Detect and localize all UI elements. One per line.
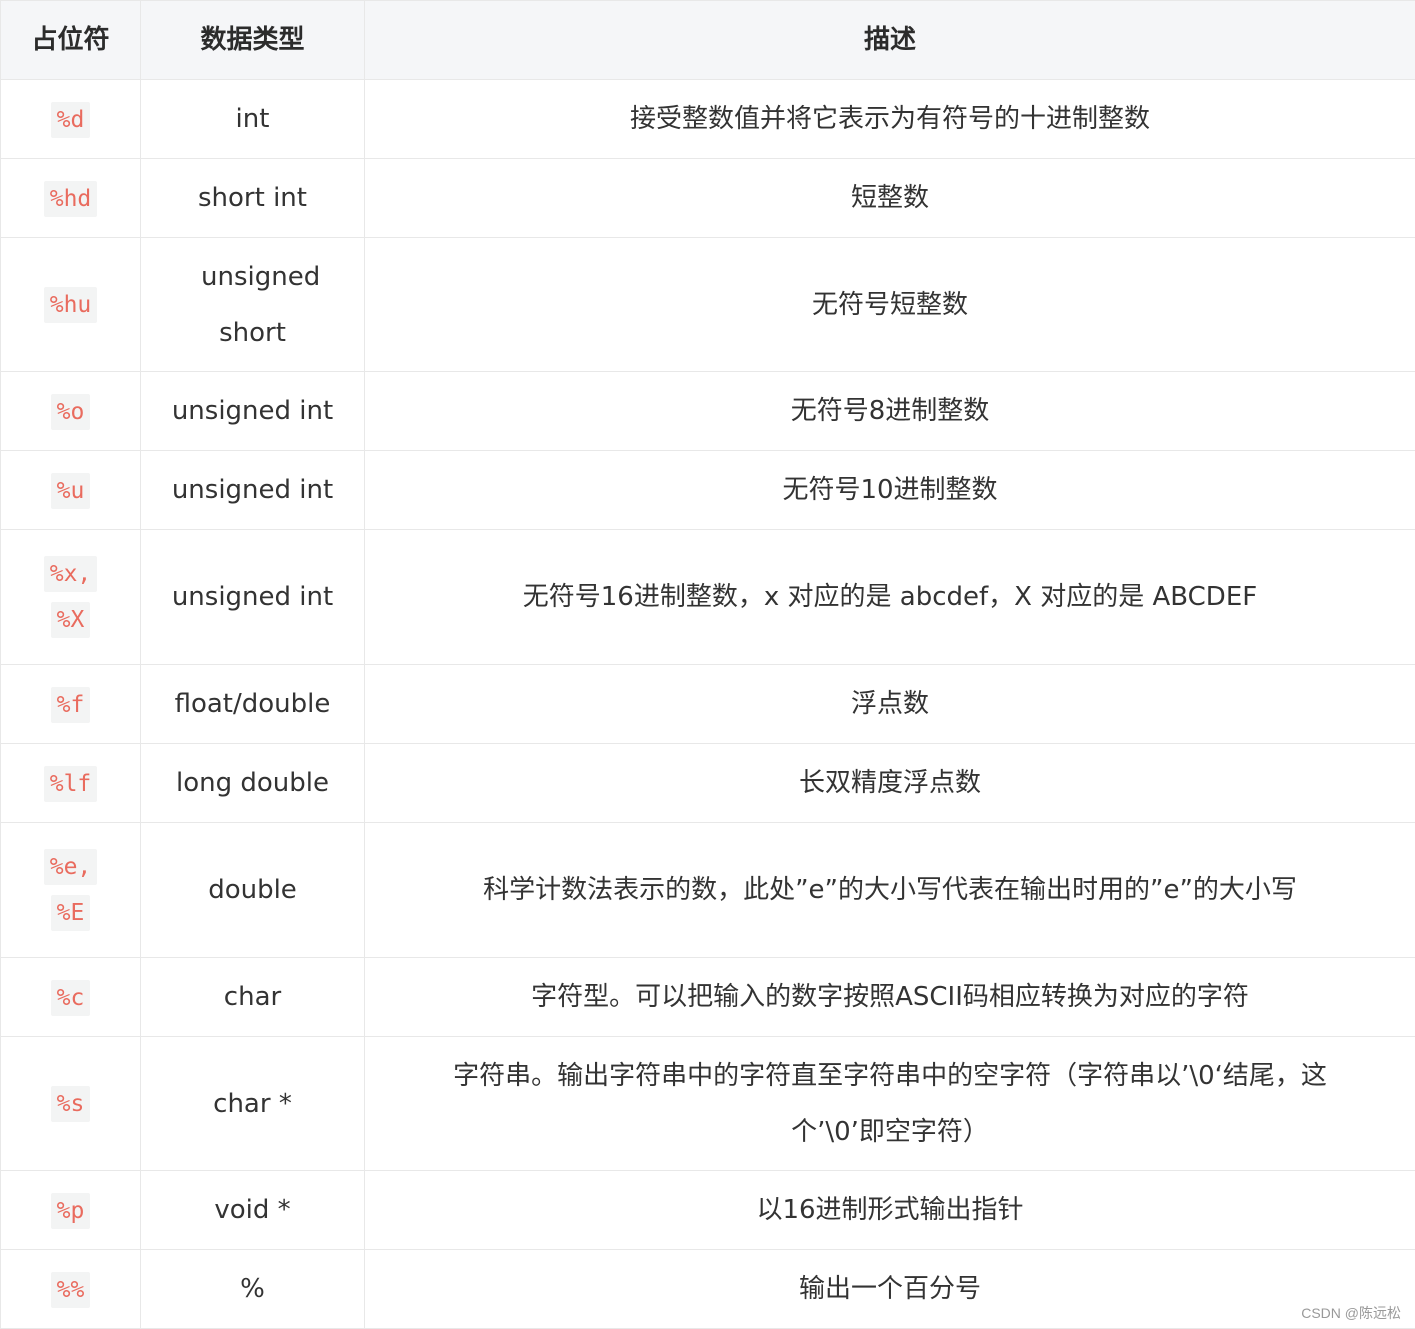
placeholder-cell: %c [0,957,141,1037]
description-cell: 以16进制形式输出指针 [364,1170,1415,1250]
description-cell: 字符型。可以把输入的数字按照ASCII码相应转换为对应的字符 [364,957,1415,1037]
table-row: %% % 输出一个百分号 [0,1249,1415,1329]
placeholder-code: %% [50,1271,91,1308]
description-cell: 科学计数法表示的数，此处”e”的大小写代表在输出时用的”e”的大小写 [364,822,1415,958]
placeholder-cell: %hu [0,237,141,372]
header-placeholder: 占位符 [0,0,141,80]
watermark: CSDN @陈远松 [1301,1305,1401,1321]
description-cell: 无符号短整数 [364,237,1415,372]
placeholder-cell: %p [0,1170,141,1250]
placeholder-cell: %lf [0,743,141,823]
placeholder-cell: %d [0,79,141,159]
table-row: %x, %X unsigned int 无符号16进制整数，x 对应的是 abc… [0,529,1415,665]
placeholder-code: %hu [43,287,98,323]
table-row: %p void * 以16进制形式输出指针 [0,1170,1415,1250]
placeholder-code: %hd [43,180,98,217]
description-cell: 输出一个百分号 [364,1249,1415,1329]
table-row: %d int 接受整数值并将它表示为有符号的十进制整数 [0,79,1415,159]
description-cell: 字符串。输出字符串中的字符直至字符串中的空字符（字符串以’\0‘结尾，这个’\0… [364,1036,1415,1171]
placeholder-code: %E [50,895,91,931]
placeholder-code: %d [50,101,91,138]
format-specifier-table: 占位符 数据类型 描述 %d int 接受整数值并将它表示为有符号的十进制整数 … [0,0,1415,1329]
description-cell: 浮点数 [364,664,1415,744]
placeholder-code: %e, [43,849,98,885]
header-data-type: 数据类型 [140,0,365,80]
placeholder-code: %o [50,393,91,430]
description-cell: 无符号8进制整数 [364,371,1415,451]
table-header-row: 占位符 数据类型 描述 [0,0,1415,80]
type-cell: unsigned int [140,529,365,665]
type-cell: char * [140,1036,365,1171]
placeholder-cell: %hd [0,158,141,238]
table-row: %c char 字符型。可以把输入的数字按照ASCII码相应转换为对应的字符 [0,957,1415,1037]
table-row: %e, %E double 科学计数法表示的数，此处”e”的大小写代表在输出时用… [0,822,1415,958]
description-cell: 无符号10进制整数 [364,450,1415,530]
placeholder-code: %s [50,1086,91,1122]
table-row: %f float/double 浮点数 [0,664,1415,744]
type-cell: unsigned int [140,450,365,530]
placeholder-code: %x, [43,556,98,592]
description-cell: 接受整数值并将它表示为有符号的十进制整数 [364,79,1415,159]
table-row: %u unsigned int 无符号10进制整数 [0,450,1415,530]
table-row: %hu unsigned short 无符号短整数 [0,237,1415,372]
placeholder-cell: %s [0,1036,141,1171]
type-cell: void * [140,1170,365,1250]
placeholder-cell: %u [0,450,141,530]
type-cell: char [140,957,365,1037]
placeholder-code: %p [50,1192,91,1229]
placeholder-code: %X [50,602,91,638]
table-row: %lf long double 长双精度浮点数 [0,743,1415,823]
placeholder-code: %f [50,686,91,723]
placeholder-code: %c [50,979,91,1016]
type-cell: unsigned int [140,371,365,451]
description-cell: 短整数 [364,158,1415,238]
type-cell: unsigned short [140,237,365,372]
description-cell: 长双精度浮点数 [364,743,1415,823]
placeholder-cell: %f [0,664,141,744]
type-cell: float/double [140,664,365,744]
placeholder-cell: %e, %E [0,822,141,958]
placeholder-code: %u [50,472,91,509]
type-cell: double [140,822,365,958]
placeholder-cell: %o [0,371,141,451]
type-cell: long double [140,743,365,823]
placeholder-cell: %x, %X [0,529,141,665]
placeholder-cell: %% [0,1249,141,1329]
description-cell: 无符号16进制整数，x 对应的是 abcdef，X 对应的是 ABCDEF [364,529,1415,665]
type-cell: % [140,1249,365,1329]
table-row: %o unsigned int 无符号8进制整数 [0,371,1415,451]
header-description: 描述 [364,0,1415,80]
type-cell: short int [140,158,365,238]
table-row: %hd short int 短整数 [0,158,1415,238]
table-row: %s char * 字符串。输出字符串中的字符直至字符串中的空字符（字符串以’\… [0,1036,1415,1171]
placeholder-code: %lf [43,765,98,802]
type-cell: int [140,79,365,159]
